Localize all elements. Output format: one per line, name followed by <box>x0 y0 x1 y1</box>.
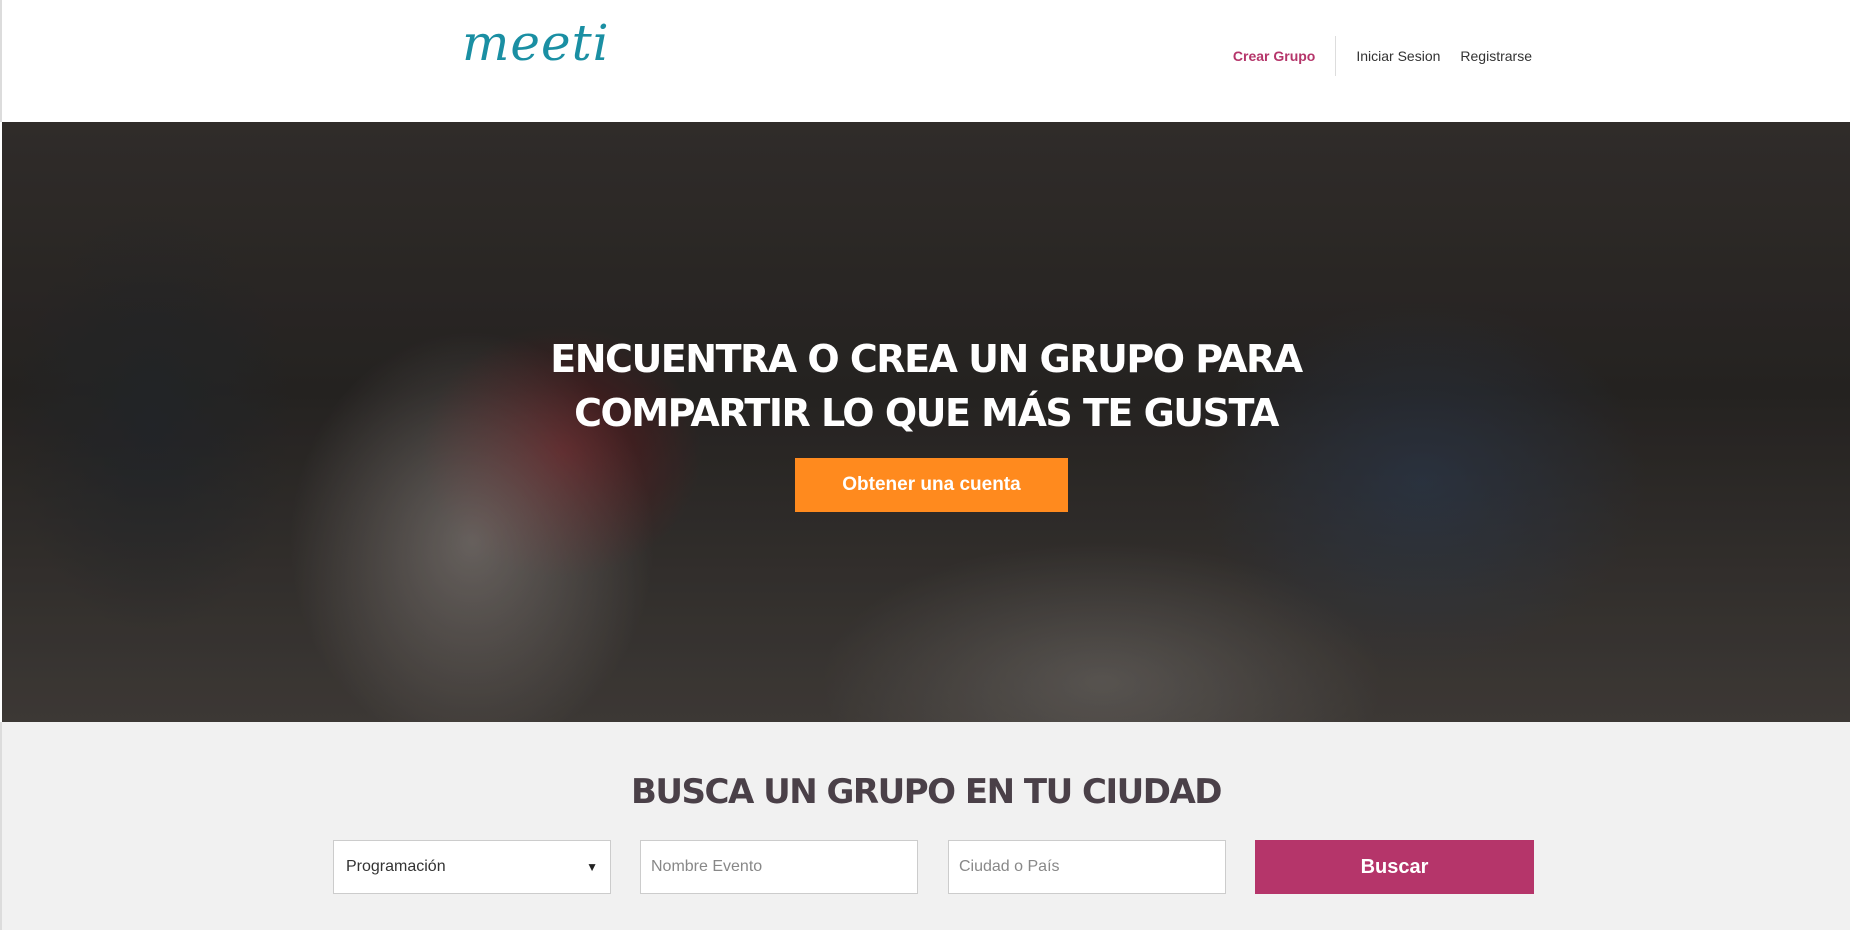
get-account-button[interactable]: Obtener una cuenta <box>795 458 1068 512</box>
search-button[interactable]: Buscar <box>1255 840 1534 894</box>
site-header: meeti Crear Grupo Iniciar Sesion Registr… <box>0 0 1850 122</box>
city-country-input[interactable] <box>948 840 1226 894</box>
hero-banner: Encuentra o crea un grupo para compartir… <box>2 122 1850 722</box>
main-nav: Crear Grupo Iniciar Sesion Registrarse <box>1233 36 1532 76</box>
category-select-value: Programación <box>346 858 446 875</box>
search-title: Busca un grupo en tu ciudad <box>631 772 1223 812</box>
hero-title-line-1: Encuentra o crea un grupo para <box>550 337 1303 381</box>
event-name-input[interactable] <box>640 840 918 894</box>
nav-iniciar-sesion-link[interactable]: Iniciar Sesion <box>1356 48 1440 64</box>
chevron-down-icon: ▼ <box>586 860 598 874</box>
category-select[interactable]: Programación ▼ <box>333 840 611 894</box>
nav-registrarse-link[interactable]: Registrarse <box>1460 48 1532 64</box>
hero-title: Encuentra o crea un grupo para compartir… <box>2 332 1850 440</box>
hero-title-line-2: compartir lo que más te gusta <box>574 391 1279 435</box>
search-section: Busca un grupo en tu ciudad Programación… <box>0 722 1850 930</box>
logo[interactable]: meeti <box>462 14 610 72</box>
nav-crear-grupo-link[interactable]: Crear Grupo <box>1233 36 1337 76</box>
